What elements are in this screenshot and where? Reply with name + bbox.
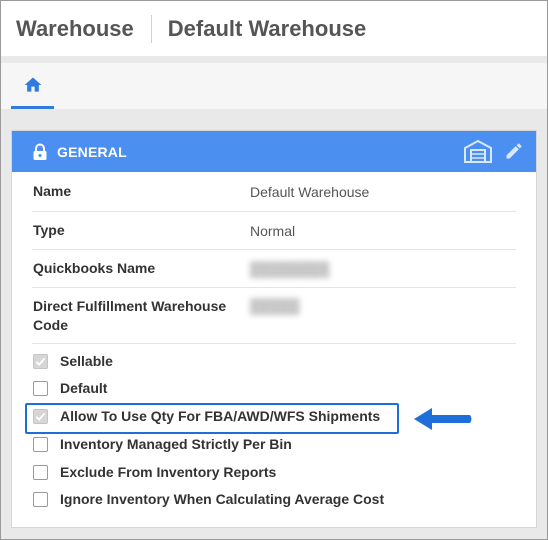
checkbox[interactable]	[33, 491, 48, 507]
checkbox-sellable[interactable]: Sellable	[33, 353, 413, 369]
field-label: Name	[33, 183, 72, 199]
field-row-direct-fulfillment-code: Direct Fulfillment Warehouse Code █████	[32, 288, 516, 344]
tab-home[interactable]	[11, 63, 54, 109]
checkmark-icon	[35, 357, 46, 366]
edit-pencil-icon[interactable]	[504, 141, 524, 161]
checkbox[interactable]	[33, 436, 48, 452]
general-card-header: GENERAL	[12, 131, 536, 172]
field-row-quickbooks-name: Quickbooks Name ████████	[32, 250, 516, 288]
record-title: Default Warehouse	[167, 15, 367, 41]
checkbox-default[interactable]: Default	[33, 380, 413, 396]
redacted-value: ████████	[250, 260, 330, 277]
checkbox-inventory-managed-per-bin[interactable]: Inventory Managed Strictly Per Bin	[33, 436, 413, 452]
field-label: Type	[33, 222, 65, 238]
warehouse-icon[interactable]	[463, 138, 493, 164]
checkbox[interactable]	[33, 353, 48, 369]
home-icon	[24, 77, 41, 92]
highlight-box	[25, 403, 399, 434]
arrow-left-icon	[414, 408, 472, 430]
field-value: Default Warehouse	[250, 183, 370, 200]
header-divider	[150, 14, 152, 43]
field-label: Direct Fulfillment Warehouse Code	[33, 297, 227, 333]
checkbox-label: Ignore Inventory When Calculating Averag…	[60, 491, 385, 507]
checkbox[interactable]	[33, 380, 48, 396]
app-title: Warehouse	[16, 15, 134, 41]
checkbox-ignore-inventory-average-cost[interactable]: Ignore Inventory When Calculating Averag…	[33, 491, 413, 507]
lock-icon	[33, 143, 47, 160]
checkbox-exclude-from-inventory-reports[interactable]: Exclude From Inventory Reports	[33, 464, 413, 480]
redacted-value: █████	[250, 297, 300, 314]
field-row-name: Name Default Warehouse	[32, 172, 516, 212]
page-header: Warehouse Default Warehouse	[1, 1, 547, 56]
tab-bar	[1, 63, 547, 109]
checkbox-label: Inventory Managed Strictly Per Bin	[60, 436, 292, 452]
field-row-type: Type Normal	[32, 212, 516, 250]
checkbox-label: Default	[60, 380, 108, 396]
general-card: GENERAL Name Default Warehouse Type Norm…	[11, 130, 537, 528]
checkbox-label: Sellable	[60, 353, 113, 369]
checkbox[interactable]	[33, 464, 48, 480]
field-value: Normal	[250, 222, 296, 239]
checkbox-label: Exclude From Inventory Reports	[60, 464, 277, 480]
field-label: Quickbooks Name	[33, 260, 156, 276]
section-title: GENERAL	[57, 143, 127, 160]
